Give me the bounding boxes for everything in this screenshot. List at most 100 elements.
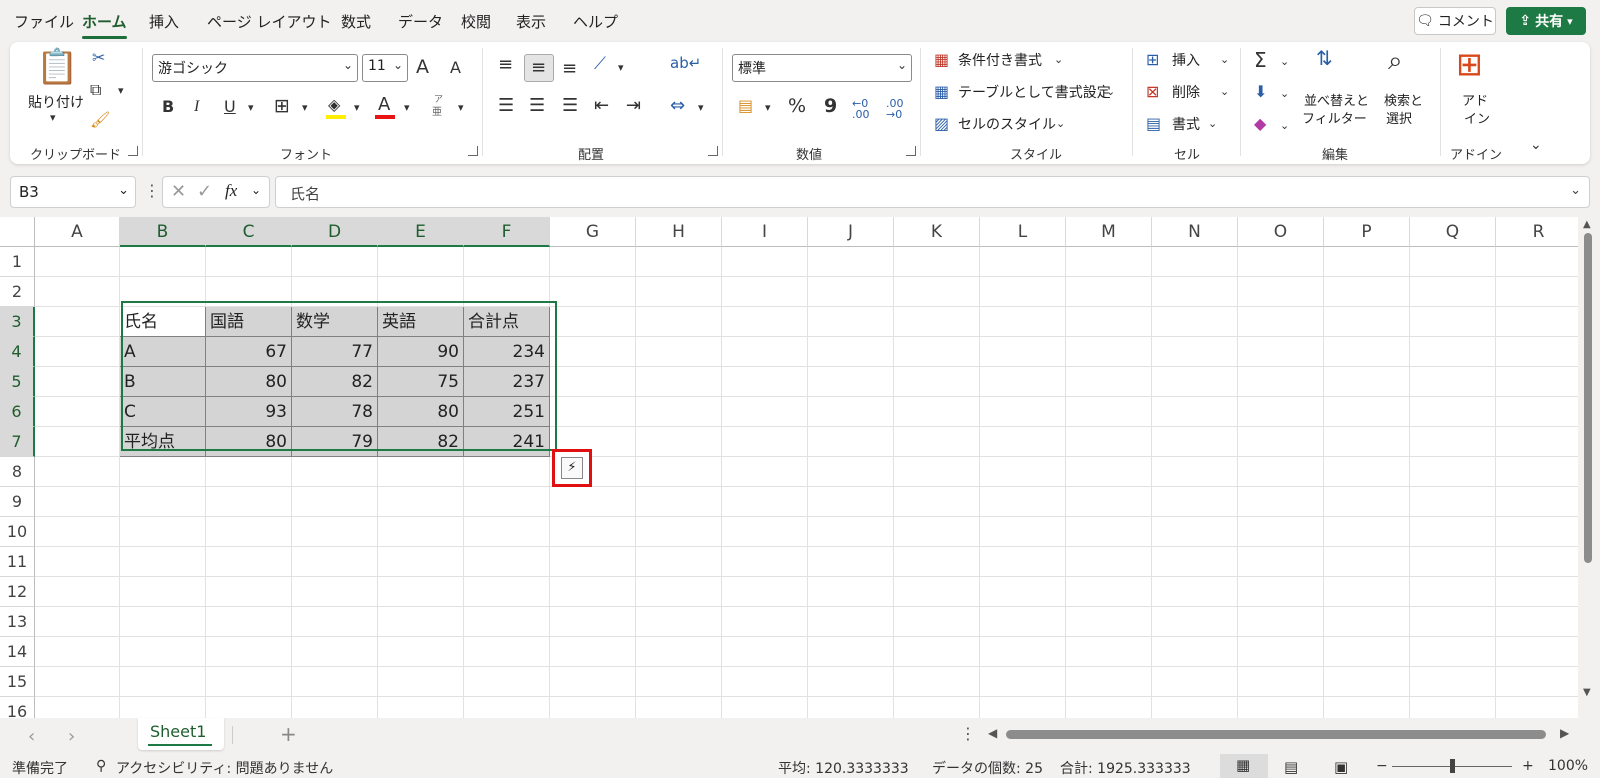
empty-cell[interactable]: [550, 397, 636, 427]
empty-cell[interactable]: [378, 547, 464, 577]
empty-cell[interactable]: [1496, 427, 1578, 457]
bold-button[interactable]: B: [162, 99, 174, 115]
next-sheet-icon[interactable]: ›: [68, 726, 75, 747]
chevron-down-icon[interactable]: ▾: [354, 102, 360, 113]
row-header-4[interactable]: 4: [0, 337, 35, 367]
tab-home[interactable]: ホーム: [82, 11, 127, 39]
chevron-down-icon[interactable]: ⌄: [1280, 56, 1289, 67]
share-button[interactable]: ⇪ 共有 ▾: [1506, 7, 1586, 35]
empty-cell[interactable]: [1152, 487, 1238, 517]
vertical-scrollbar[interactable]: ▲ ▼: [1578, 217, 1600, 718]
empty-cell[interactable]: [1324, 547, 1410, 577]
empty-cell[interactable]: [35, 307, 120, 337]
empty-cell[interactable]: [980, 427, 1066, 457]
tab-data[interactable]: データ: [398, 11, 443, 32]
empty-cell[interactable]: [1152, 427, 1238, 457]
chevron-down-icon[interactable]: ⌄: [1280, 88, 1289, 99]
empty-cell[interactable]: [1238, 697, 1324, 718]
empty-cell[interactable]: [636, 547, 722, 577]
empty-cell[interactable]: [1238, 547, 1324, 577]
empty-cell[interactable]: [35, 277, 120, 307]
empty-cell[interactable]: [206, 487, 292, 517]
accessibility-icon[interactable]: ⚲: [96, 758, 106, 774]
percent-button[interactable]: %: [788, 97, 806, 116]
empty-cell[interactable]: [636, 307, 722, 337]
column-header-m[interactable]: M: [1066, 217, 1152, 247]
font-name-select[interactable]: 游ゴシック ⌄: [152, 54, 358, 82]
empty-cell[interactable]: [1496, 307, 1578, 337]
empty-cell[interactable]: [980, 247, 1066, 277]
empty-cell[interactable]: [980, 637, 1066, 667]
align-bottom-icon[interactable]: ≡: [562, 60, 577, 78]
column-header-e[interactable]: E: [378, 217, 464, 247]
empty-cell[interactable]: [1152, 607, 1238, 637]
empty-cell[interactable]: [980, 577, 1066, 607]
merge-center-icon[interactable]: ⇔: [670, 97, 685, 115]
empty-cell[interactable]: [550, 607, 636, 637]
empty-cell[interactable]: [894, 517, 980, 547]
empty-cell[interactable]: [464, 697, 550, 718]
empty-cell[interactable]: [980, 487, 1066, 517]
quick-analysis-button[interactable]: ⚡: [552, 449, 592, 487]
empty-cell[interactable]: [1324, 397, 1410, 427]
align-top-icon[interactable]: ≡: [498, 56, 513, 74]
table-cell[interactable]: 平均点: [120, 427, 206, 457]
empty-cell[interactable]: [1324, 367, 1410, 397]
empty-cell[interactable]: [550, 637, 636, 667]
empty-cell[interactable]: [1238, 607, 1324, 637]
empty-cell[interactable]: [808, 697, 894, 718]
empty-cell[interactable]: [206, 637, 292, 667]
empty-cell[interactable]: [550, 577, 636, 607]
empty-cell[interactable]: [1066, 397, 1152, 427]
table-cell[interactable]: 77: [292, 337, 378, 367]
more-options-icon[interactable]: ⋮: [144, 181, 160, 200]
empty-cell[interactable]: [35, 397, 120, 427]
empty-cell[interactable]: [980, 697, 1066, 718]
empty-cell[interactable]: [464, 487, 550, 517]
empty-cell[interactable]: [35, 247, 120, 277]
empty-cell[interactable]: [1238, 637, 1324, 667]
table-header-cell[interactable]: 国語: [206, 307, 292, 337]
empty-cell[interactable]: [808, 247, 894, 277]
table-cell[interactable]: 80: [206, 427, 292, 457]
empty-cell[interactable]: [464, 247, 550, 277]
table-cell[interactable]: A: [120, 337, 206, 367]
empty-cell[interactable]: [1410, 517, 1496, 547]
fill-icon[interactable]: ⬇: [1254, 84, 1267, 100]
vertical-scroll-thumb[interactable]: [1584, 233, 1592, 563]
empty-cell[interactable]: [1066, 577, 1152, 607]
empty-cell[interactable]: [1066, 547, 1152, 577]
clear-icon[interactable]: ◆: [1254, 116, 1266, 132]
zoom-in-icon[interactable]: +: [1522, 758, 1534, 774]
empty-cell[interactable]: [1324, 607, 1410, 637]
formula-input[interactable]: 氏名 ⌄: [275, 176, 1590, 208]
number-format-select[interactable]: 標準 ⌄: [732, 54, 912, 82]
empty-cell[interactable]: [292, 517, 378, 547]
empty-cell[interactable]: [1410, 457, 1496, 487]
empty-cell[interactable]: [35, 487, 120, 517]
tab-help[interactable]: ヘルプ: [573, 11, 618, 32]
furigana-icon[interactable]: ア: [434, 96, 443, 105]
scroll-left-icon[interactable]: ◀: [988, 726, 997, 740]
table-header-cell[interactable]: 英語: [378, 307, 464, 337]
empty-cell[interactable]: [464, 607, 550, 637]
empty-cell[interactable]: [1066, 427, 1152, 457]
empty-cell[interactable]: [980, 337, 1066, 367]
empty-cell[interactable]: [1410, 667, 1496, 697]
empty-cell[interactable]: [636, 577, 722, 607]
dialog-launcher-icon[interactable]: [128, 146, 138, 156]
empty-cell[interactable]: [636, 367, 722, 397]
paste-icon[interactable]: 📋: [36, 50, 78, 84]
tab-page-layout[interactable]: ページ レイアウト: [207, 11, 331, 32]
row-header-9[interactable]: 9: [0, 487, 35, 517]
empty-cell[interactable]: [292, 607, 378, 637]
empty-cell[interactable]: [1496, 577, 1578, 607]
decrease-indent-icon[interactable]: ⇤: [594, 97, 609, 115]
empty-cell[interactable]: [120, 607, 206, 637]
tab-formulas[interactable]: 数式: [341, 11, 371, 32]
empty-cell[interactable]: [1496, 337, 1578, 367]
table-header-cell[interactable]: 合計点: [464, 307, 550, 337]
row-header-8[interactable]: 8: [0, 457, 35, 487]
row-header-10[interactable]: 10: [0, 517, 35, 547]
empty-cell[interactable]: [636, 517, 722, 547]
